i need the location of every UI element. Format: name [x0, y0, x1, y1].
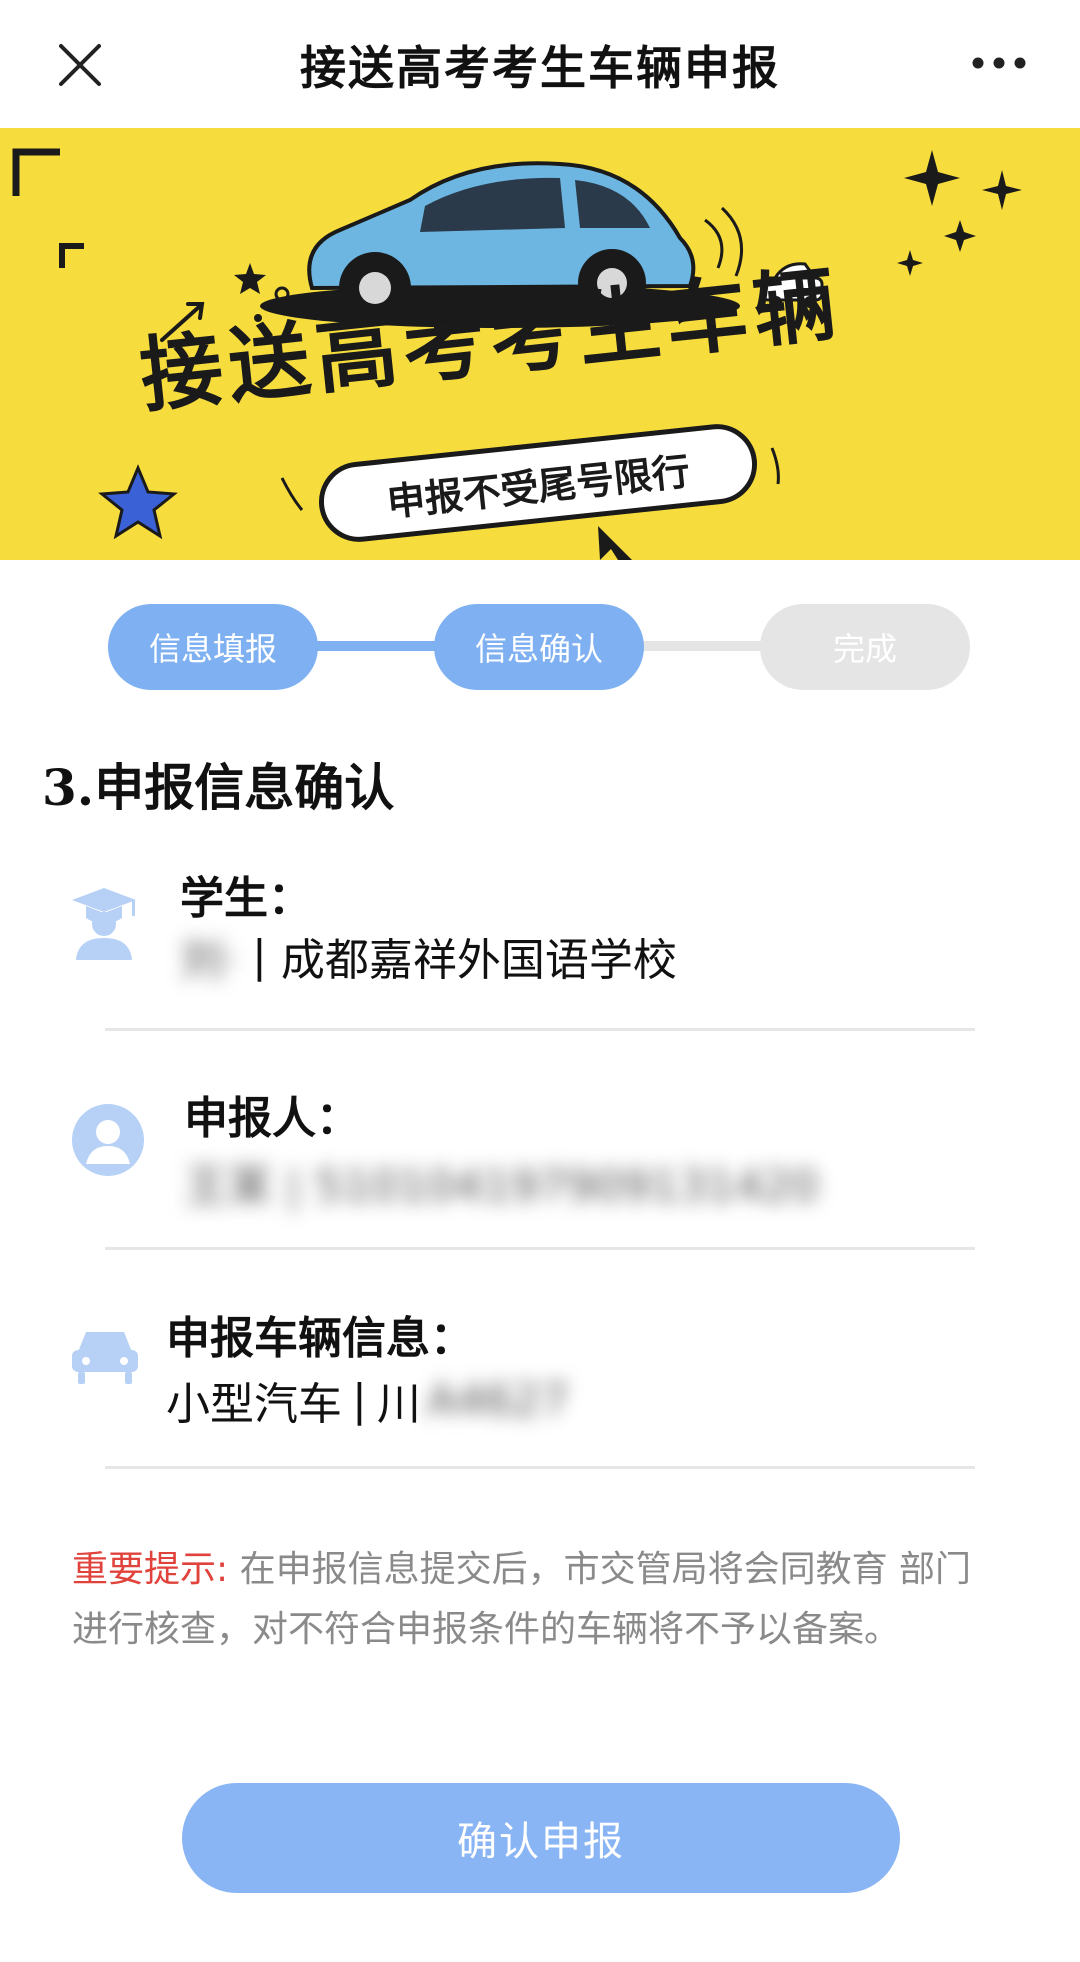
- student-label: 学生：: [180, 873, 312, 924]
- important-notice: 重要提示: 在申报信息提交后，市交管局将会同教育 部门进行核查，对不符合申报条件…: [72, 1540, 992, 1660]
- hero-banner: 接送高考考生车辆 申报不受尾号限行: [0, 128, 1080, 560]
- step-fill-info: 信息填报: [108, 604, 318, 690]
- divider: [105, 1028, 975, 1031]
- notice-highlight: 重要提示:: [72, 1549, 229, 1590]
- applicant-label: 申报人：: [184, 1093, 360, 1144]
- more-options-icon[interactable]: [970, 48, 1028, 78]
- applicant-info-row: 申报人： 王某 | 510104197909131420: [0, 1082, 1080, 1252]
- student-value: 刘· | 成都嘉祥外国语学校: [180, 924, 677, 988]
- applicant-value-blurred: 王某 | 510104197909131420: [184, 1161, 819, 1212]
- car-icon: [72, 1332, 138, 1384]
- vehicle-info-row: 申报车辆信息： 小型汽车 | 川 A4627: [0, 1302, 1080, 1472]
- vehicle-separator: |: [352, 1374, 367, 1426]
- step-connector-done: [300, 641, 450, 651]
- vehicle-type: 小型汽车: [166, 1379, 342, 1430]
- plate-number-blurred: A4627: [426, 1374, 569, 1426]
- section-title: 3.申报信息确认: [42, 758, 395, 817]
- vehicle-label: 申报车辆信息：: [166, 1313, 474, 1364]
- student-school: 成都嘉祥外国语学校: [280, 935, 677, 986]
- graduate-icon: [72, 888, 136, 960]
- applicant-value: 王某 | 510104197909131420: [184, 1150, 819, 1214]
- vehicle-value: 小型汽车 | 川 A4627: [166, 1368, 569, 1432]
- divider: [105, 1466, 975, 1469]
- divider: [105, 1247, 975, 1250]
- confirm-submit-button[interactable]: 确认申报: [182, 1783, 900, 1893]
- page-title: 接送高考考生车辆申报: [300, 41, 780, 95]
- progress-stepper: 信息填报 信息确认 完成: [0, 600, 1080, 692]
- student-name-blurred: 刘·: [180, 935, 238, 986]
- student-info-row: 学生： 刘· | 成都嘉祥外国语学校: [0, 862, 1080, 1032]
- plate-prefix: 川: [376, 1379, 421, 1430]
- step-confirm-info: 信息确认: [434, 604, 644, 690]
- top-nav-bar: 接送高考考生车辆申报: [0, 0, 1080, 128]
- step-complete: 完成: [760, 604, 970, 690]
- student-separator: |: [252, 930, 267, 982]
- user-avatar-icon: [72, 1104, 144, 1176]
